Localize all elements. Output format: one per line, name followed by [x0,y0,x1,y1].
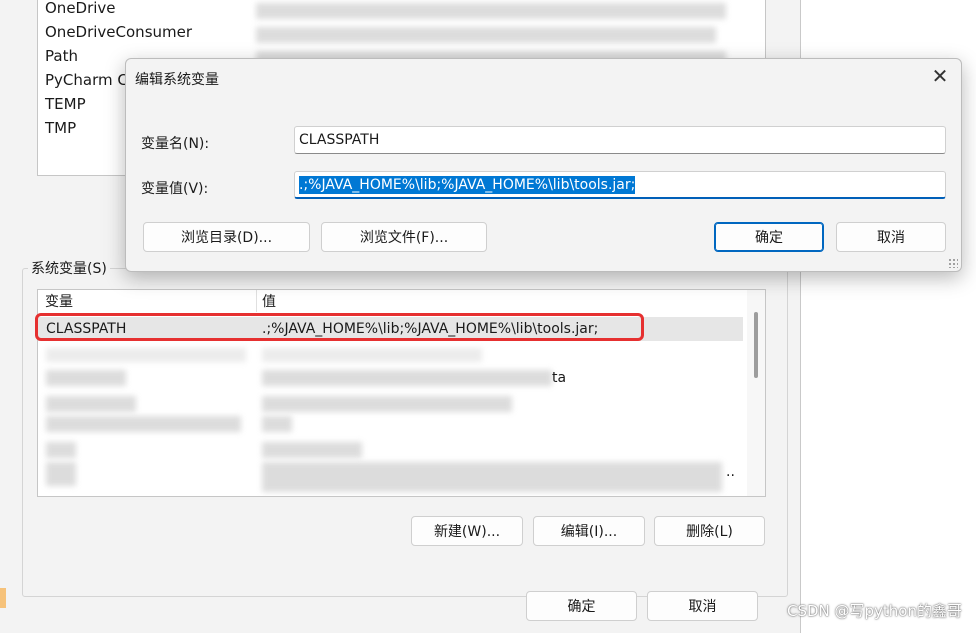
redacted-value [256,3,726,19]
browse-directory-button[interactable]: 浏览目录(D)... [143,222,310,252]
new-variable-button[interactable]: 新建(W)... [411,516,523,546]
redacted-row [46,370,126,386]
edit-variable-button[interactable]: 编辑(I)... [533,516,645,546]
dialog-titlebar[interactable]: 编辑系统变量 ✕ [126,59,961,95]
dialog-title: 编辑系统变量 [135,72,219,88]
redacted-row [262,416,292,432]
background-window-edge [0,588,6,608]
redacted-row [46,416,241,432]
redacted-row [46,396,136,412]
redacted-row [46,348,246,362]
system-variables-label: 系统变量(S) [28,258,110,278]
column-divider[interactable] [256,290,257,312]
variable-value-field[interactable]: .;%JAVA_HOME%\lib;%JAVA_HOME%\lib\tools.… [294,171,946,199]
redacted-row [262,462,722,492]
variable-value-label: 变量值(V): [141,181,209,197]
column-header-name[interactable]: 变量 [45,290,73,312]
cancel-button[interactable]: 取消 [647,591,758,621]
redacted-row [46,462,76,486]
scrollbar-thumb[interactable] [754,312,758,378]
column-header-value[interactable]: 值 [262,290,276,312]
variable-name-label: 变量名(N): [141,136,210,152]
close-icon[interactable]: ✕ [927,63,953,89]
user-var-row[interactable]: TMP [45,117,76,139]
selected-text: .;%JAVA_HOME%\lib;%JAVA_HOME%\lib\tools.… [299,176,636,194]
redacted-row [262,442,362,458]
resize-grip-icon[interactable] [948,258,958,268]
redacted-row [262,348,482,362]
user-var-row[interactable]: TEMP [45,93,86,115]
user-var-row[interactable]: Path [45,45,78,67]
redacted-row [262,370,552,386]
annotation-highlight [35,313,644,341]
user-var-row[interactable]: OneDriveConsumer [45,21,192,43]
variable-name-field[interactable]: CLASSPATH [294,126,946,154]
edit-system-variable-dialog: 编辑系统变量 ✕ 变量名(N): CLASSPATH 变量值(V): .;%JA… [125,58,962,272]
redacted-value [256,27,716,43]
redacted-row [46,442,76,458]
user-var-row[interactable]: OneDrive [45,0,116,19]
ok-button[interactable]: 确定 [526,591,637,621]
browse-file-button[interactable]: 浏览文件(F)... [321,222,487,252]
partial-value-text: .. [726,464,735,480]
dialog-cancel-button[interactable]: 取消 [836,222,946,252]
dialog-ok-button[interactable]: 确定 [714,222,824,252]
delete-variable-button[interactable]: 删除(L) [654,516,765,546]
partial-value-text: ta [552,370,567,386]
watermark: CSDN @写python的鑫哥 [786,602,962,620]
user-var-row[interactable]: PyCharm Co [45,69,137,91]
redacted-row [262,396,512,412]
